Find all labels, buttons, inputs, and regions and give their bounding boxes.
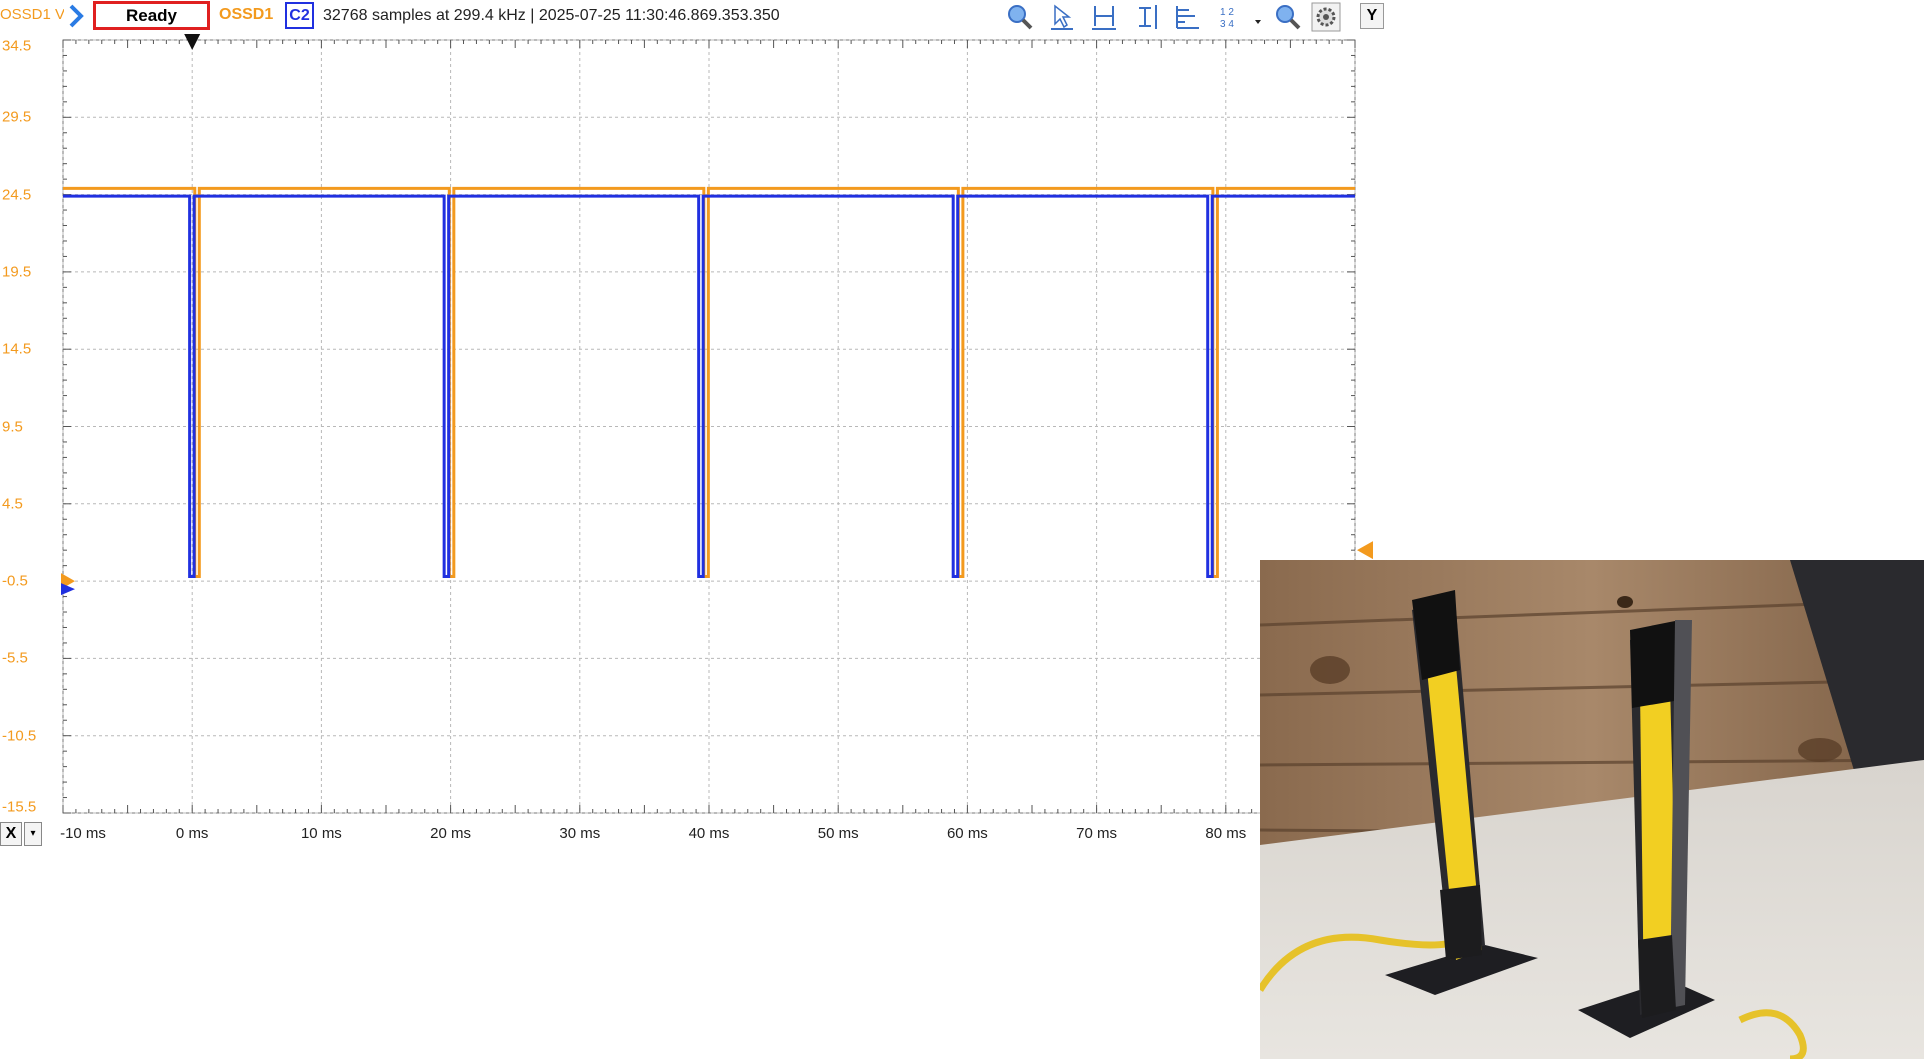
x-tick-label: 10 ms	[300, 825, 342, 842]
scope-plot: 34.5 29.5 24.5 19.5 14.5 9.5 4.5 -0.5 -5.5 -10.5-…	[0, 0, 1385, 860]
x-axis-button[interactable]: X	[0, 822, 22, 846]
x-tick-label: 50 ms	[817, 825, 859, 842]
waveform-plot[interactable]	[0, 0, 1385, 860]
x-tick-label: 70 ms	[1076, 825, 1118, 842]
trigger-level-marker	[1357, 541, 1373, 560]
light-curtain-photo	[1260, 560, 1924, 1059]
x-axis-dropdown[interactable]: ▾	[24, 822, 42, 846]
x-tick-label: 0 ms	[175, 825, 209, 842]
x-tick-label: 20 ms	[430, 825, 472, 842]
x-tick-label: 80 ms	[1205, 825, 1247, 842]
x-tick-label: 30 ms	[559, 825, 601, 842]
x-tick-label: 60 ms	[946, 825, 988, 842]
x-tick-label: 40 ms	[688, 825, 730, 842]
x-tick-label: -10 ms	[60, 825, 106, 842]
